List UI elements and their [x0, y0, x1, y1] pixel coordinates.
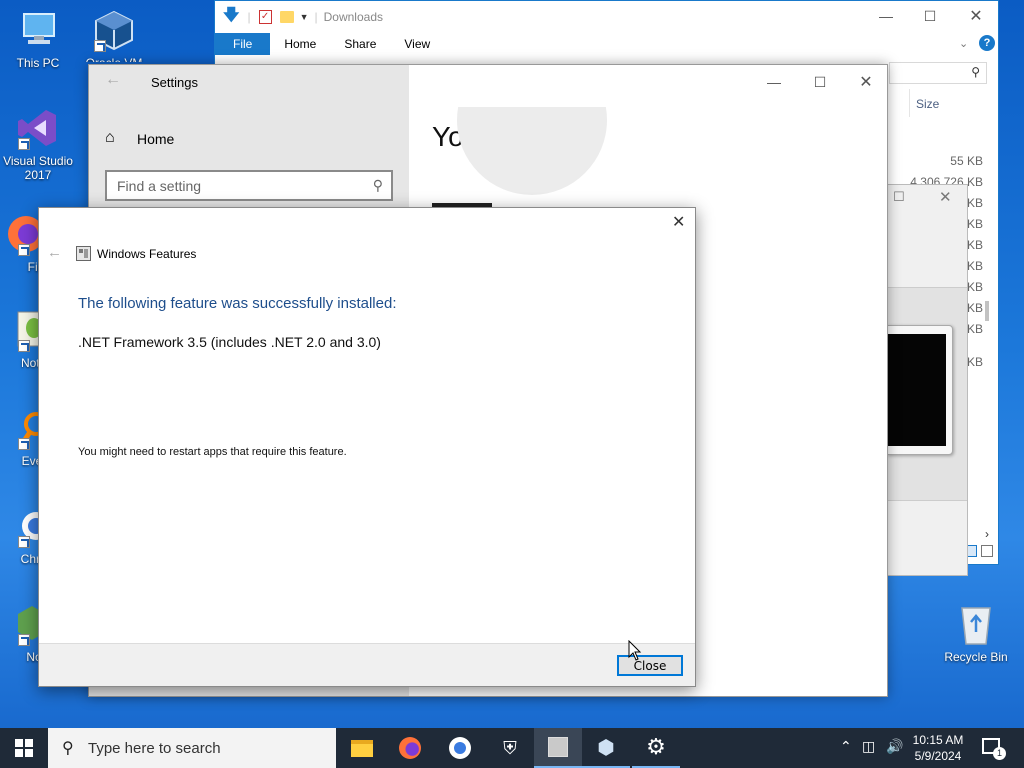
dialog-footer: Close [39, 643, 695, 686]
windows-logo-icon [15, 739, 33, 757]
virtualbox-icon [92, 8, 136, 52]
desktop-icon-label: Oracle VM [76, 56, 152, 62]
ribbon-expand-chevron-icon[interactable]: ⌄ [959, 37, 968, 50]
black-preview-thumbnail [887, 325, 953, 455]
tab-file[interactable]: File [215, 33, 271, 55]
shortcut-arrow-icon [18, 438, 30, 450]
restart-note: You might need to restart apps that requ… [78, 446, 347, 458]
explorer-ribbon-tabs: File Home Share View [215, 33, 998, 55]
network-icon[interactable]: ◫ [862, 738, 875, 755]
taskbar: ⚲ Type here to search ⛨ ⬢ ⚙ ⌃ ◫ 🔊 10:15 … [0, 728, 1024, 768]
recycle-bin-icon [954, 602, 998, 646]
dialog-back-arrow-icon[interactable]: ← [47, 244, 62, 261]
quick-access-divider: | [247, 10, 251, 24]
tab-home[interactable]: Home [270, 33, 330, 55]
desktop-icon-label: This PC [16, 56, 60, 70]
desktop-icon-label: Recycle Bin [944, 650, 1008, 664]
chrome-icon [449, 737, 471, 759]
search-icon: ⚲ [62, 740, 74, 757]
windows-features-icon [76, 246, 91, 261]
avatar [457, 107, 607, 195]
notification-count-badge: 1 [993, 747, 1006, 760]
clock-time: 10:15 AM [912, 733, 964, 747]
settings-home-link[interactable]: Home [137, 131, 174, 147]
folder-icon [351, 739, 373, 757]
shortcut-arrow-icon [18, 340, 30, 352]
firefox-icon [399, 737, 421, 759]
installed-feature-name: .NET Framework 3.5 (includes .NET 2.0 an… [78, 334, 381, 350]
start-button[interactable] [0, 728, 48, 768]
download-arrow-icon: 🡇 [223, 6, 240, 24]
taskbar-security[interactable]: ⛨ [486, 728, 534, 768]
tab-view[interactable]: View [390, 33, 444, 55]
explorer-close-button[interactable]: ✕ [953, 1, 999, 31]
desktop-icon-oracle-vm[interactable]: Oracle VM [76, 8, 152, 62]
file-size: 55 KB [950, 154, 983, 168]
shortcut-arrow-icon [94, 40, 106, 52]
desktop-icon-recycle-bin[interactable]: Recycle Bin [936, 602, 1016, 664]
shield-icon: ⛨ [503, 737, 517, 758]
settings-window-title: Settings [151, 75, 198, 90]
success-heading: The following feature was successfully i… [78, 295, 397, 312]
taskbar-firefox[interactable] [386, 728, 434, 768]
explorer-maximize-button[interactable]: ☐ [907, 1, 953, 31]
customize-toolbar-chevron-icon[interactable]: ▼ [300, 12, 309, 22]
computer-icon [16, 8, 60, 52]
settings-search-placeholder: Find a setting [117, 178, 202, 194]
desktop-icon-visual-studio[interactable]: Visual Studio 2017 [0, 106, 76, 182]
mouse-cursor-icon [628, 639, 642, 665]
settings-search-input[interactable]: Find a setting ⚲ [105, 170, 393, 201]
search-icon: ⚲ [971, 65, 980, 79]
volume-muted-icon[interactable]: 🔊 [886, 738, 903, 755]
explorer-vertical-scrollbar[interactable] [983, 149, 991, 529]
background-window-maximize-button[interactable]: ☐ [893, 189, 905, 205]
size-column-header[interactable]: Size [909, 89, 991, 117]
properties-check-icon[interactable]: ✓ [258, 10, 272, 24]
taskbar-search-placeholder: Type here to search [88, 739, 221, 757]
windows-features-dialog[interactable]: ✕ ← Windows Features The following featu… [38, 207, 696, 687]
taskbar-settings[interactable]: ⚙ [632, 728, 680, 768]
gear-icon: ⚙ [646, 734, 666, 759]
dialog-title: Windows Features [97, 247, 197, 261]
shortcut-arrow-icon [18, 138, 30, 150]
shortcut-arrow-icon [18, 536, 30, 548]
background-window-close-button[interactable]: ✕ [939, 188, 952, 206]
taskbar-search-input[interactable]: ⚲ Type here to search [48, 728, 336, 768]
large-icons-view-icon[interactable] [981, 545, 993, 557]
dialog-close-icon[interactable]: ✕ [672, 212, 685, 232]
tab-share[interactable]: Share [330, 33, 390, 55]
explorer-minimize-button[interactable]: — [863, 1, 909, 31]
show-hidden-icons-chevron-icon[interactable]: ⌃ [840, 738, 852, 755]
help-icon[interactable]: ? [979, 35, 995, 51]
size-column-label: Size [916, 97, 940, 111]
desktop-icon-this-pc[interactable]: This PC [0, 8, 76, 70]
close-button[interactable]: Close [617, 655, 683, 676]
settings-minimize-button[interactable]: — [751, 67, 797, 97]
taskbar-windows-features[interactable] [534, 728, 582, 768]
taskbar-virtualbox[interactable]: ⬢ [582, 728, 630, 768]
quick-access-divider: | [314, 10, 318, 24]
taskbar-chrome[interactable] [436, 728, 484, 768]
taskbar-file-explorer[interactable] [338, 728, 386, 768]
shortcut-arrow-icon [18, 244, 30, 256]
shortcut-arrow-icon [18, 634, 30, 646]
home-icon: ⌂ [105, 129, 115, 146]
background-dialog-window[interactable]: ☐ ✕ [886, 184, 968, 576]
search-icon: ⚲ [372, 177, 383, 193]
new-folder-icon[interactable] [279, 11, 294, 23]
explorer-search-box[interactable]: ⚲ [889, 62, 987, 84]
back-arrow-icon[interactable]: ← [105, 71, 121, 89]
explorer-window-title: Downloads [323, 10, 383, 24]
settings-maximize-button[interactable]: ☐ [797, 67, 843, 97]
settings-close-button[interactable]: ✕ [843, 67, 889, 97]
visual-studio-icon [16, 106, 60, 150]
scrollbar-thumb[interactable] [985, 301, 989, 321]
windows-features-icon [548, 737, 568, 757]
taskbar-clock[interactable]: 10:15 AM 5/9/2024 [906, 732, 970, 764]
clock-date: 5/9/2024 [914, 749, 962, 763]
desktop-icon-label: Visual Studio 2017 [3, 154, 73, 182]
scroll-right-arrow-icon[interactable]: › [985, 527, 989, 541]
action-center-button[interactable]: 1 [982, 738, 1006, 760]
virtualbox-icon: ⬢ [597, 736, 615, 759]
